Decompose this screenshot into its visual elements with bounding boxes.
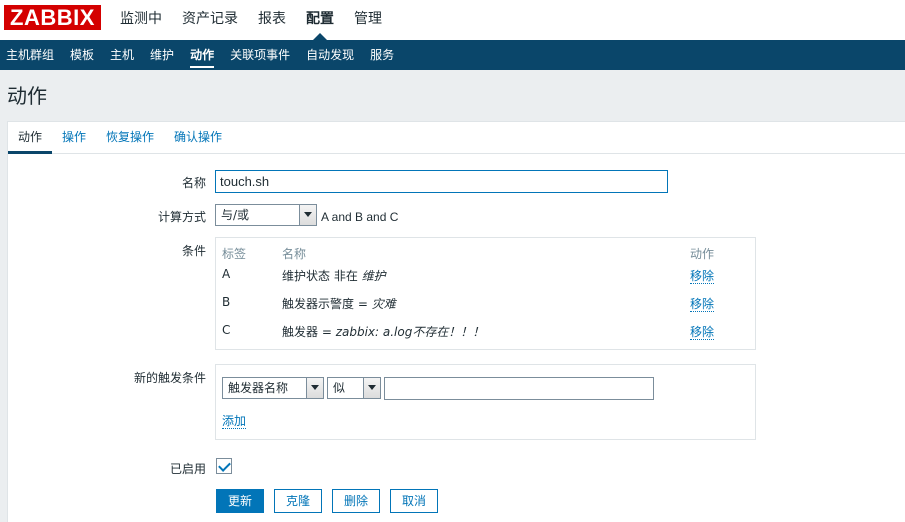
submenu-services[interactable]: 服务 [362,40,402,70]
new-condition-type-value: 触发器名称 [228,381,289,395]
condition-a-label: A [222,267,231,281]
cancel-button[interactable]: 取消 [390,489,438,513]
form-tabs: 动作 操作 恢复操作 确认操作 [8,122,905,154]
chevron-down-icon [363,378,380,398]
delete-button[interactable]: 删除 [332,489,380,513]
new-condition-value-input[interactable] [384,377,654,400]
name-label: 名称 [181,176,206,190]
main-menu: 监测中 资产记录 报表 配置 管理 [110,0,392,40]
enabled-checkbox[interactable] [216,458,232,474]
condition-b-remove-link[interactable]: 移除 [690,297,715,312]
menu-monitoring[interactable]: 监测中 [110,0,172,40]
tab-action[interactable]: 动作 [8,122,53,154]
calculation-label: 计算方式 [157,210,206,224]
action-form-panel: 动作 操作 恢复操作 确认操作 名称 touch.sh 计算方式 与/或 A a… [7,121,905,522]
tab-operations[interactable]: 操作 [52,122,96,153]
condition-b-text: 触发器示警度 = 灾难 [282,297,396,311]
chevron-down-icon [299,205,316,225]
update-button[interactable]: 更新 [216,489,264,513]
submenu-discovery[interactable]: 自动发现 [298,40,362,70]
new-condition-label: 新的触发条件 [133,371,206,385]
condition-a-remove-link[interactable]: 移除 [690,269,715,284]
enabled-label: 已启用 [169,462,206,476]
submenu-actions[interactable]: 动作 [182,40,222,70]
add-condition-link[interactable]: 添加 [222,414,247,429]
tab-recovery-operations[interactable]: 恢复操作 [96,122,164,153]
new-condition-type-select[interactable]: 触发器名称 [222,377,324,399]
calculation-select[interactable]: 与/或 [215,204,317,226]
conditions-label: 条件 [181,244,206,258]
submenu-templates[interactable]: 模板 [62,40,102,70]
conditions-table: 标签 名称 动作 A 维护状态 非在 维护 移除 B 触发器示警度 = 灾难 移… [215,237,756,350]
condition-b-label: B [222,295,231,309]
menu-configuration[interactable]: 配置 [296,0,344,40]
new-condition-box: 触发器名称 似 添加 [215,364,756,440]
conditions-header-name: 名称 [282,247,307,261]
chevron-down-icon [306,378,323,398]
condition-c-label: C [222,323,231,337]
submenu-hosts[interactable]: 主机 [102,40,142,70]
condition-c-text: 触发器 = zabbix: a.log不存在！！！ [282,325,485,339]
calculation-formula: A and B and C [321,210,399,224]
clone-button[interactable]: 克隆 [274,489,322,513]
sub-menu: 主机群组 模板 主机 维护 动作 关联项事件 自动发现 服务 [0,40,905,70]
conditions-header-action: 动作 [690,247,715,261]
menu-inventory[interactable]: 资产记录 [172,0,248,40]
new-condition-operator-value: 似 [333,381,346,395]
calculation-select-value: 与/或 [221,208,250,222]
condition-a-text: 维护状态 非在 维护 [282,269,386,283]
page-title: 动作 [7,84,47,108]
new-condition-operator-select[interactable]: 似 [327,377,381,399]
zabbix-logo[interactable]: ZABBIX [4,5,101,30]
menu-administration[interactable]: 管理 [344,0,392,40]
submenu-event-correlation[interactable]: 关联项事件 [222,40,298,70]
submenu-maintenance[interactable]: 维护 [142,40,182,70]
menu-reports[interactable]: 报表 [248,0,296,40]
conditions-header-label: 标签 [222,247,247,261]
tab-acknowledge-operations[interactable]: 确认操作 [164,122,232,153]
top-header: ZABBIX 监测中 资产记录 报表 配置 管理 [0,0,905,40]
condition-c-remove-link[interactable]: 移除 [690,325,715,340]
name-input[interactable]: touch.sh [215,170,668,193]
submenu-host-groups[interactable]: 主机群组 [0,40,62,70]
